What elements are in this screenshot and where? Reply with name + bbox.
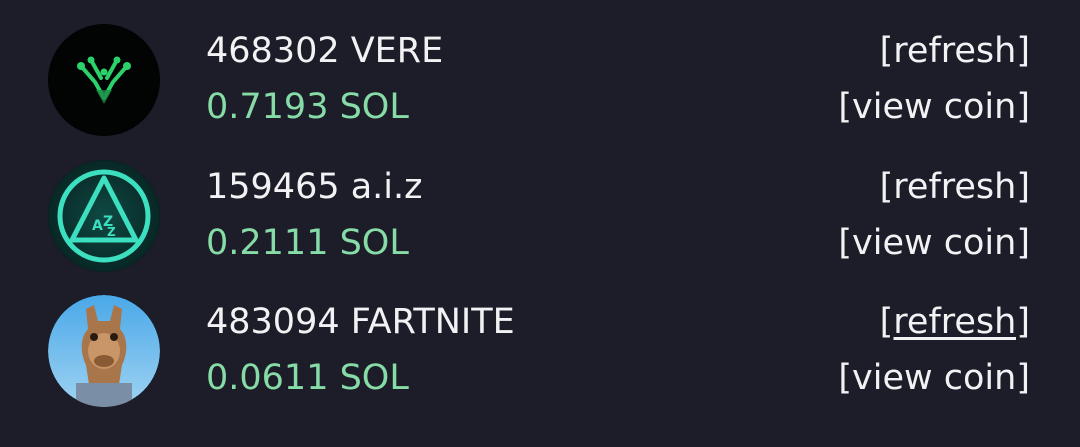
svg-text:Z: Z (107, 225, 116, 239)
refresh-link[interactable]: [refresh] (880, 31, 1030, 71)
aiz-triangle-logo-icon: A Z Z (48, 160, 160, 272)
coin-name: 468302 VERE (206, 31, 444, 71)
view-coin-link[interactable]: [view coin] (838, 223, 1030, 263)
view-coin-link[interactable]: [view coin] (838, 87, 1030, 127)
refresh-link[interactable]: [refresh] (880, 302, 1030, 342)
llama-character-icon (48, 295, 160, 407)
coin-row: 483094 FARTNITE 0.0611 SOL [refresh] [vi… (0, 288, 1080, 414)
view-coin-link[interactable]: [view coin] (838, 358, 1030, 398)
coin-name: 483094 FARTNITE (206, 302, 515, 342)
coin-name: 159465 a.i.z (206, 167, 423, 207)
coin-list: 468302 VERE 0.7193 SOL [refresh] [view c… (0, 0, 1080, 447)
green-v-logo-icon (48, 24, 160, 136)
coin-row: 468302 VERE 0.7193 SOL [refresh] [view c… (0, 17, 1080, 143)
refresh-link[interactable]: [refresh] (880, 167, 1030, 207)
coin-row: A Z Z 159465 a.i.z 0.2111 SOL [refresh] … (0, 153, 1080, 279)
coin-amount: 0.2111 SOL (206, 223, 409, 263)
coin-amount: 0.0611 SOL (206, 358, 409, 398)
coin-amount: 0.7193 SOL (206, 87, 409, 127)
svg-text:A: A (92, 218, 103, 234)
